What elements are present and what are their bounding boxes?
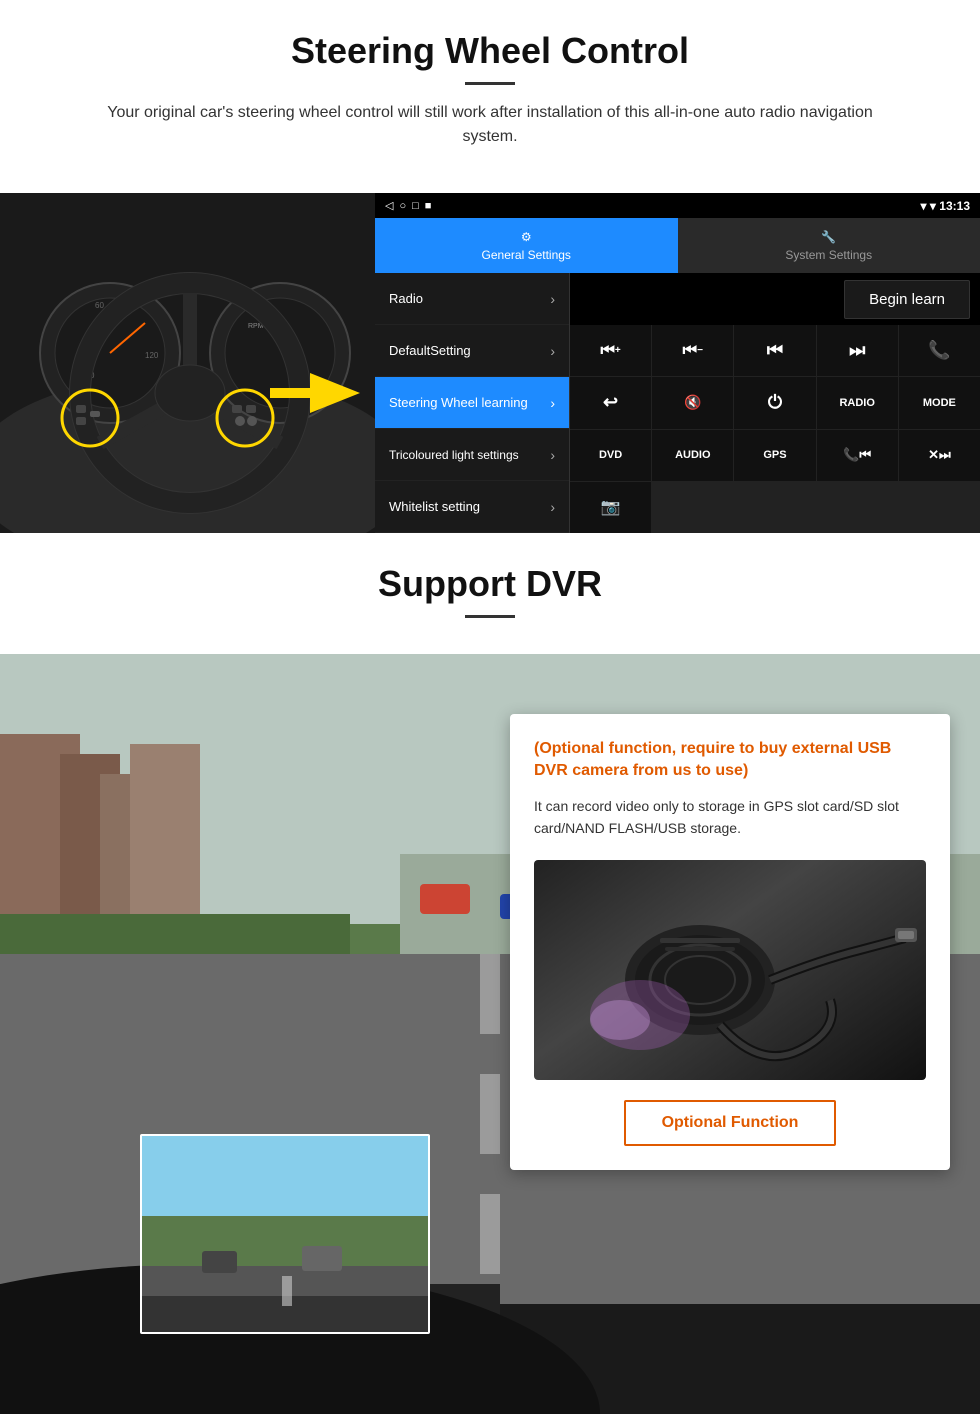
controls-grid: ⏮+ ⏮− ⏮ ⏭ 📞 ↩ 🔇 ⏻ RADIO MODE DVD AUDIO G… (570, 325, 980, 533)
steering-subtitle: Your original car's steering wheel contr… (80, 101, 900, 149)
ctrl-vol-up[interactable]: ⏮+ (570, 325, 651, 376)
statusbar-right: ▾ ▾ 13:13 (921, 199, 970, 213)
android-menu: Radio › DefaultSetting › Steering Wheel … (375, 273, 570, 533)
menu-tricolour-chevron: › (550, 447, 555, 463)
dvr-divider (465, 615, 515, 618)
dvr-camera-image (534, 860, 926, 1080)
dvr-info-card: (Optional function, require to buy exter… (510, 714, 950, 1170)
menu-item-steering[interactable]: Steering Wheel learning › (375, 377, 569, 429)
dvr-thumbnail (140, 1134, 430, 1334)
dvr-section: Support DVR (0, 533, 980, 1414)
android-content: Radio › DefaultSetting › Steering Wheel … (375, 273, 980, 533)
dvr-thumbnail-image (142, 1136, 430, 1334)
system-settings-label: System Settings (785, 248, 872, 262)
general-settings-label: General Settings (482, 248, 571, 262)
menu-whitelist-chevron: › (550, 499, 555, 515)
signal-icon: ▾ (921, 199, 927, 213)
steering-wheel-graphic: 0 60 120 RPM (0, 193, 375, 533)
ctrl-phone-prev[interactable]: 📞⏮ (817, 430, 898, 481)
ctrl-gps[interactable]: GPS (734, 430, 815, 481)
menu-tricolour-label: Tricoloured light settings (389, 448, 519, 462)
steering-header: Steering Wheel Control Your original car… (0, 0, 980, 193)
ctrl-prev[interactable]: ⏮ (734, 325, 815, 376)
ctrl-mute[interactable]: 🔇 (652, 377, 733, 428)
menu-item-tricolour[interactable]: Tricoloured light settings › (375, 429, 569, 481)
steering-demo: 0 60 120 RPM (0, 193, 980, 533)
dvr-title-area: Support DVR (0, 533, 980, 654)
menu-default-chevron: › (550, 343, 555, 359)
menu-whitelist-label: Whitelist setting (389, 499, 480, 514)
svg-text:60: 60 (95, 301, 104, 310)
ctrl-radio[interactable]: RADIO (817, 377, 898, 428)
android-topbar: ⚙ General Settings 🔧 System Settings (375, 218, 980, 273)
general-settings-icon: ⚙ (521, 230, 532, 244)
begin-learn-button[interactable]: Begin learn (844, 280, 970, 319)
android-ui-panel: ◁ ○ □ ■ ▾ ▾ 13:13 ⚙ General Settings (375, 193, 980, 533)
menu-item-radio[interactable]: Radio › (375, 273, 569, 325)
home-icon[interactable]: ○ (399, 200, 406, 212)
controls-top: Begin learn (570, 273, 980, 325)
menu-item-default[interactable]: DefaultSetting › (375, 325, 569, 377)
menu-steering-label: Steering Wheel learning (389, 395, 528, 410)
wifi-icon: ▾ (930, 199, 936, 213)
menu-radio-chevron: › (550, 291, 555, 307)
dvr-info-title: (Optional function, require to buy exter… (534, 738, 926, 783)
menu-radio-label: Radio (389, 291, 423, 306)
ctrl-camera[interactable]: 📷 (570, 482, 651, 533)
ctrl-back[interactable]: ↩ (570, 377, 651, 428)
ctrl-power[interactable]: ⏻ (734, 377, 815, 428)
steering-section: Steering Wheel Control Your original car… (0, 0, 980, 533)
system-settings-tab[interactable]: 🔧 System Settings (678, 218, 980, 273)
dvr-info-body: It can record video only to storage in G… (534, 795, 926, 840)
menu-icon[interactable]: ■ (425, 200, 432, 212)
ctrl-x-next[interactable]: ✕⏭ (899, 430, 980, 481)
system-settings-icon: 🔧 (821, 230, 836, 244)
dvr-background: (Optional function, require to buy exter… (0, 654, 980, 1414)
steering-divider (465, 82, 515, 85)
optional-function-button[interactable]: Optional Function (624, 1100, 837, 1146)
ctrl-audio[interactable]: AUDIO (652, 430, 733, 481)
ctrl-dvd[interactable]: DVD (570, 430, 651, 481)
ctrl-phone[interactable]: 📞 (899, 325, 980, 376)
dvr-camera-svg (540, 870, 920, 1070)
ctrl-mode[interactable]: MODE (899, 377, 980, 428)
menu-item-whitelist[interactable]: Whitelist setting › (375, 481, 569, 533)
dvr-title: Support DVR (40, 563, 940, 605)
ctrl-vol-down[interactable]: ⏮− (652, 325, 733, 376)
ctrl-next[interactable]: ⏭ (817, 325, 898, 376)
general-settings-tab[interactable]: ⚙ General Settings (375, 218, 678, 273)
recent-icon[interactable]: □ (412, 200, 419, 212)
menu-default-label: DefaultSetting (389, 343, 471, 358)
steering-title: Steering Wheel Control (40, 30, 940, 72)
back-icon[interactable]: ◁ (385, 199, 393, 212)
statusbar-left: ◁ ○ □ ■ (385, 199, 431, 212)
steering-photo: 0 60 120 RPM (0, 193, 375, 533)
android-statusbar: ◁ ○ □ ■ ▾ ▾ 13:13 (375, 193, 980, 218)
svg-text:120: 120 (145, 351, 159, 360)
android-controls: Begin learn ⏮+ ⏮− ⏮ ⏭ 📞 ↩ 🔇 ⏻ RADIO MODE… (570, 273, 980, 533)
menu-steering-chevron: › (550, 395, 555, 411)
status-time: 13:13 (939, 199, 970, 213)
